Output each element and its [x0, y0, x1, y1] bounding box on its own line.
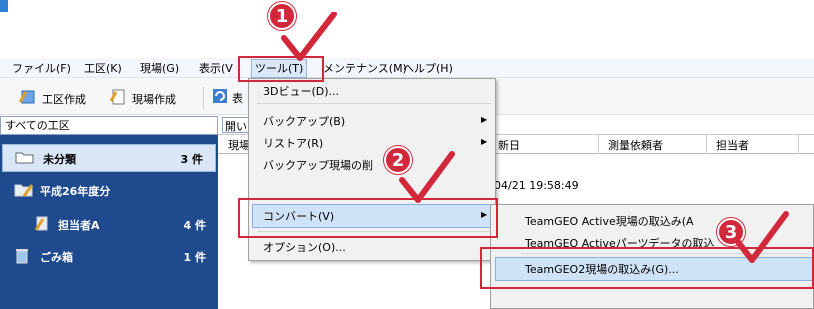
col-divider	[798, 135, 799, 154]
col-divider	[598, 135, 599, 154]
tree-item-label: 平成26年度分	[40, 185, 111, 198]
tree-item-label: ごみ箱	[40, 251, 73, 264]
corner-accent	[0, 0, 8, 12]
folder-icon	[15, 149, 35, 168]
page-edit-icon	[34, 215, 50, 236]
refresh-label: 表	[232, 91, 243, 105]
toolbar-divider	[203, 87, 204, 109]
tree-item-label: 未分類	[43, 153, 76, 166]
tree-item-tantousha-a[interactable]: 担当者A 4 件	[0, 211, 218, 237]
tree-item-count: 4 件	[183, 219, 206, 232]
all-koku-header: すべての工区	[0, 116, 218, 135]
folder-edit-icon	[14, 181, 36, 202]
tree-item-label: 担当者A	[58, 219, 100, 232]
menu-bar: ファイル(F) 工区(K) 現場(G) 表示(V ツール(T) メンテナンス(M…	[0, 58, 814, 78]
col-updated[interactable]: 新日	[498, 137, 520, 153]
trash-icon	[14, 247, 30, 268]
annotation-box-convert	[238, 198, 498, 238]
menu-item-options[interactable]: オプション(O)...	[263, 239, 346, 255]
menu-koku[interactable]: 工区(K)	[84, 60, 122, 76]
menu-file[interactable]: ファイル(F)	[12, 60, 71, 76]
tree-item-h26[interactable]: 平成26年度分	[0, 177, 218, 203]
menu-help[interactable]: ヘルプ(H)	[403, 60, 453, 76]
submenu-arrow-icon: ▶	[481, 115, 488, 124]
checkmark-icon	[399, 151, 455, 203]
genba-create-button[interactable]: 現場作成	[108, 88, 176, 109]
menu-item-backup[interactable]: バックアップ(B)	[263, 113, 345, 129]
menu-item-restore[interactable]: リストア(R)	[263, 135, 323, 151]
genba-create-label: 現場作成	[132, 92, 176, 106]
tree-item-count: 3 件	[180, 153, 203, 166]
koku-create-icon	[18, 88, 38, 109]
checkmark-icon	[735, 211, 789, 263]
col-divider	[706, 135, 707, 154]
open-tab[interactable]: 開い	[222, 117, 250, 133]
menu-item-3dview[interactable]: 3Dビュー(D)...	[263, 83, 339, 99]
koku-create-label: 工区作成	[42, 92, 86, 106]
menu-separator	[257, 103, 491, 104]
tree-item-count: 1 件	[183, 251, 206, 264]
koku-tree: 未分類 3 件 平成26年度分 担当者A 4 件 ごみ箱 1 件	[0, 135, 218, 309]
menu-view[interactable]: 表示(V	[199, 60, 233, 76]
submenu-arrow-icon: ▶	[481, 137, 488, 146]
menu-genba[interactable]: 現場(G)	[140, 60, 179, 76]
col-genba[interactable]: 現場	[228, 137, 250, 153]
refresh-icon	[212, 88, 228, 107]
updated-date-cell: 04/21 19:58:49	[494, 179, 579, 192]
genba-create-icon	[108, 88, 128, 109]
checkmark-icon	[281, 12, 337, 61]
tree-item-trash[interactable]: ごみ箱 1 件	[0, 243, 218, 269]
koku-create-button[interactable]: 工区作成	[18, 88, 86, 109]
refresh-button[interactable]: 表	[212, 88, 243, 107]
col-person-in-charge[interactable]: 担当者	[716, 137, 749, 153]
menu-item-backup-delete[interactable]: バックアップ現場の削	[263, 157, 373, 173]
tree-item-unclassified[interactable]: 未分類 3 件	[2, 144, 216, 172]
col-survey-requester[interactable]: 測量依頼者	[608, 137, 663, 153]
submenu-item-active-genba[interactable]: TeamGEO Active現場の取込み(A	[525, 213, 694, 229]
